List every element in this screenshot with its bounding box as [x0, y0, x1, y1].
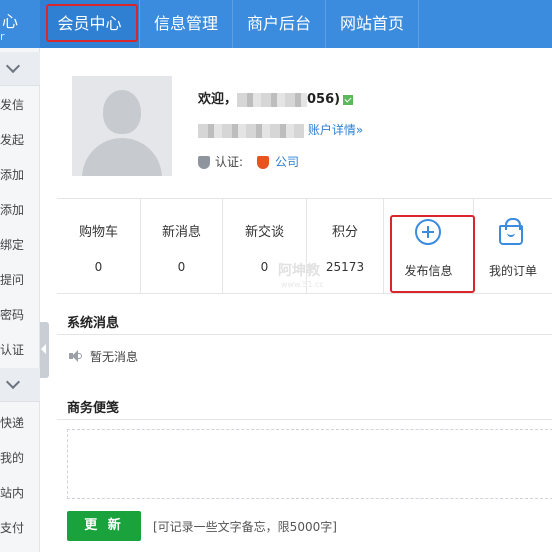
chevron-down-icon	[5, 58, 21, 74]
chevron-down-icon	[5, 374, 21, 390]
watermark-sub: www.51.cc	[281, 280, 324, 289]
highlight-box-member-center	[46, 4, 138, 42]
sidebar-item[interactable]: 绑定	[0, 236, 40, 253]
verified-check-icon	[343, 94, 354, 105]
redacted-account	[198, 123, 304, 138]
sidebar-item[interactable]: 添加	[0, 201, 40, 218]
company-shield-icon	[257, 156, 270, 169]
sidebar-item[interactable]: 我的	[0, 449, 40, 466]
sidebar-group-toggle[interactable]	[0, 368, 40, 402]
tab-site-home[interactable]: 网站首页	[326, 0, 419, 48]
stat-cart[interactable]: 购物车 0	[57, 199, 141, 293]
sidebar-item[interactable]: 认证	[0, 341, 40, 358]
speaker-icon	[69, 350, 83, 362]
sidebar-item[interactable]: 添加	[0, 166, 40, 183]
redacted-username	[237, 92, 308, 107]
sidebar-item[interactable]: 站内	[0, 484, 40, 501]
tab-label: 商户后台	[246, 14, 311, 33]
sidebar-item[interactable]: 快递	[0, 414, 40, 431]
no-messages-text: 暂无消息	[90, 350, 139, 364]
divider	[57, 334, 552, 335]
my-orders-label: 我的订单	[488, 264, 537, 278]
left-sidebar: 发信 发起 添加 添加 绑定 提问 密码 认证 快递 我的 站内 支付	[0, 48, 40, 552]
logo[interactable]: 心 r	[0, 0, 40, 48]
tab-merchant-backend[interactable]: 商户后台	[233, 0, 326, 48]
certification-row: 认证: 公司	[198, 153, 299, 170]
stat-value: 0	[177, 260, 186, 274]
account-row: 账户详情»	[198, 121, 363, 138]
welcome-suffix: 056)	[307, 92, 341, 107]
watermark: 阿坤教	[278, 263, 320, 279]
sidebar-collapse-handle[interactable]	[40, 322, 49, 378]
auth-company-link[interactable]: 公司	[275, 155, 299, 169]
sidebar-item[interactable]: 发信	[0, 96, 40, 113]
sidebar-item[interactable]: 密码	[0, 306, 40, 323]
sidebar-item[interactable]: 发起	[0, 131, 40, 148]
tab-label: 信息管理	[153, 14, 218, 33]
shield-icon	[198, 156, 210, 169]
update-button[interactable]: 更 新	[67, 511, 141, 541]
sidebar-group-toggle[interactable]	[0, 52, 40, 86]
tab-info-management[interactable]: 信息管理	[140, 0, 233, 48]
sidebar-item[interactable]: 支付	[0, 519, 40, 536]
account-details-link[interactable]: 账户详情»	[308, 123, 363, 137]
welcome-line: 欢迎， 056)	[198, 88, 354, 107]
sidebar-item[interactable]: 提问	[0, 271, 40, 288]
stat-new-messages[interactable]: 新消息 0	[141, 199, 223, 293]
stat-label: 新交谈	[244, 225, 284, 240]
shopping-bag-icon	[499, 218, 523, 245]
stat-label: 新消息	[161, 225, 201, 240]
logo-glyph: 心	[2, 12, 19, 31]
stat-label: 购物车	[78, 225, 118, 240]
auth-label: 认证:	[215, 155, 244, 169]
welcome-prefix: 欢迎，	[198, 92, 238, 107]
avatar	[72, 76, 172, 176]
highlight-box-publish	[390, 215, 475, 293]
logo-text: r	[0, 30, 5, 43]
my-orders-button[interactable]: 我的订单	[474, 199, 552, 293]
notes-hint: [可记录一些文字备忘，限5000字]	[153, 520, 337, 534]
business-notes-title: 商务便笺	[67, 401, 120, 416]
notes-textarea[interactable]	[67, 429, 552, 499]
system-messages-title: 系统消息	[67, 316, 120, 331]
stat-value: 0	[94, 260, 103, 274]
tab-label: 网站首页	[339, 14, 404, 33]
stat-label: 积分	[331, 225, 358, 240]
divider	[57, 419, 552, 420]
collapse-arrow-icon	[41, 344, 46, 354]
